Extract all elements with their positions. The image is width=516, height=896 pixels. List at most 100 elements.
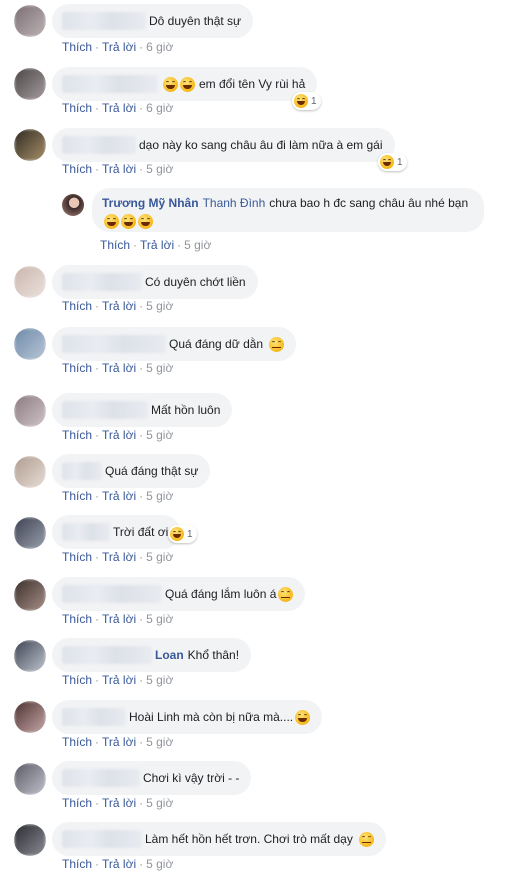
rolling-eyes-emoji-icon — [278, 586, 294, 602]
timestamp[interactable]: 5 giờ — [146, 361, 173, 375]
avatar[interactable] — [14, 701, 46, 733]
comment-bubble: Có duyên chớt liền — [52, 265, 258, 299]
avatar[interactable] — [14, 68, 46, 100]
comment-text: Quá đáng lắm luôn á — [165, 587, 277, 601]
reaction-badge[interactable]: 1 — [168, 525, 197, 543]
smile-emoji-icon — [269, 336, 285, 352]
timestamp[interactable]: 5 giờ — [146, 550, 173, 564]
reply-link[interactable]: Trả lời — [102, 361, 136, 375]
mention-link[interactable]: Loan — [155, 648, 184, 662]
reply-link[interactable]: Trả lời — [102, 299, 136, 313]
timestamp[interactable]: 6 giờ — [146, 101, 173, 115]
comment-text: Quá đáng thật sự — [105, 464, 199, 478]
reply-link[interactable]: Trả lời — [102, 101, 136, 115]
blurred-author-name[interactable] — [62, 335, 166, 353]
comment-text: Hoài Linh mà còn bị nữa mà.... — [129, 710, 294, 724]
reply-link[interactable]: Trả lời — [102, 40, 136, 54]
avatar[interactable] — [14, 266, 46, 298]
like-link[interactable]: Thích — [62, 361, 92, 375]
blurred-author-name[interactable] — [62, 273, 142, 291]
comment-actions: Thích · Trả lời · 5 giờ — [62, 796, 174, 810]
timestamp[interactable]: 5 giờ — [146, 299, 173, 313]
avatar[interactable] — [14, 5, 46, 37]
reaction-badge[interactable]: 1 — [378, 153, 407, 171]
reply-link[interactable]: Trả lời — [102, 550, 136, 564]
timestamp[interactable]: 5 giờ — [146, 735, 173, 749]
blurred-author-name[interactable] — [62, 646, 152, 664]
avatar[interactable] — [14, 517, 46, 549]
like-link[interactable]: Thích — [62, 857, 92, 871]
avatar[interactable] — [14, 763, 46, 795]
comment-bubble: dạo này ko sang châu âu đi làm nữa à em … — [52, 128, 395, 162]
like-link[interactable]: Thích — [62, 796, 92, 810]
timestamp[interactable]: 5 giờ — [146, 796, 173, 810]
reaction-count: 1 — [311, 95, 317, 107]
avatar[interactable] — [14, 328, 46, 360]
timestamp[interactable]: 5 giờ — [146, 857, 173, 871]
blurred-author-name[interactable] — [62, 585, 162, 603]
like-link[interactable]: Thích — [62, 673, 92, 687]
smirk-emoji-icon — [358, 831, 374, 847]
like-link[interactable]: Thích — [62, 612, 92, 626]
like-link[interactable]: Thích — [62, 489, 92, 503]
avatar[interactable] — [14, 640, 46, 672]
timestamp[interactable]: 6 giờ — [146, 40, 173, 54]
comment-actions: Thích · Trả lời · 5 giờ — [62, 489, 174, 503]
like-link[interactable]: Thích — [62, 40, 92, 54]
avatar[interactable] — [14, 824, 46, 856]
avatar[interactable] — [14, 579, 46, 611]
timestamp[interactable]: 5 giờ — [184, 238, 211, 252]
reply-link[interactable]: Trả lời — [102, 673, 136, 687]
reply-link[interactable]: Trả lời — [102, 612, 136, 626]
reply-link[interactable]: Trả lời — [102, 796, 136, 810]
reply-link[interactable]: Trả lời — [102, 735, 136, 749]
comment-actions: Thích · Trả lời · 5 giờ — [62, 612, 174, 626]
timestamp[interactable]: 5 giờ — [146, 428, 173, 442]
blurred-author-name[interactable] — [62, 136, 136, 154]
like-link[interactable]: Thích — [62, 428, 92, 442]
comment-text: Trời đất ơi — [113, 525, 169, 539]
author-name[interactable]: Trương Mỹ Nhân — [102, 196, 199, 210]
reply-link[interactable]: Trả lời — [102, 489, 136, 503]
comment-bubble: Trương Mỹ Nhân Thanh Đình chưa bao h đc sa… — [92, 188, 484, 232]
haha-reaction-icon — [294, 94, 308, 108]
timestamp[interactable]: 5 giờ — [146, 489, 173, 503]
comment-text: dạo này ko sang châu âu đi làm nữa à em … — [139, 138, 383, 152]
mention-link[interactable]: Thanh Đình — [203, 196, 266, 210]
blurred-author-name[interactable] — [62, 830, 142, 848]
blurred-author-name[interactable] — [62, 462, 102, 480]
blurred-author-name[interactable] — [62, 12, 146, 30]
blurred-author-name[interactable] — [62, 75, 158, 93]
blurred-author-name[interactable] — [62, 708, 126, 726]
comment-text: Làm hết hồn hết trơn. Chơi trò mất dạy — [145, 832, 353, 846]
like-link[interactable]: Thích — [62, 735, 92, 749]
blurred-author-name[interactable] — [62, 523, 110, 541]
reply-link[interactable]: Trả lời — [140, 238, 174, 252]
blurred-author-name[interactable] — [62, 769, 140, 787]
like-link[interactable]: Thích — [62, 162, 92, 176]
reply-link[interactable]: Trả lời — [102, 857, 136, 871]
avatar[interactable] — [14, 129, 46, 161]
timestamp[interactable]: 5 giờ — [146, 612, 173, 626]
reply-link[interactable]: Trả lời — [102, 428, 136, 442]
comment-bubble: Chơi kì vậy trời - - — [52, 761, 252, 795]
reaction-count: 1 — [187, 528, 193, 540]
avatar[interactable] — [14, 395, 46, 427]
reply-link[interactable]: Trả lời — [102, 162, 136, 176]
comment-bubble: Quá đáng dữ dằn — [52, 327, 297, 361]
reaction-badge[interactable]: 1 — [292, 92, 321, 110]
like-link[interactable]: Thích — [62, 299, 92, 313]
blurred-author-name[interactable] — [62, 401, 148, 419]
timestamp[interactable]: 5 giờ — [146, 673, 173, 687]
like-link[interactable]: Thích — [100, 238, 130, 252]
comment-actions: Thích · Trả lời · 5 giờ — [62, 673, 174, 687]
comment-actions: Thích · Trả lời · 5 giờ — [62, 735, 174, 749]
comment-bubble: Dô duyên thật sự — [52, 4, 254, 38]
avatar[interactable] — [62, 194, 84, 216]
grin-emoji-icon — [104, 214, 119, 230]
like-link[interactable]: Thích — [62, 550, 92, 564]
like-link[interactable]: Thích — [62, 101, 92, 115]
comment-text: Mất hồn luôn — [151, 403, 221, 417]
timestamp[interactable]: 5 giờ — [146, 162, 173, 176]
avatar[interactable] — [14, 456, 46, 488]
